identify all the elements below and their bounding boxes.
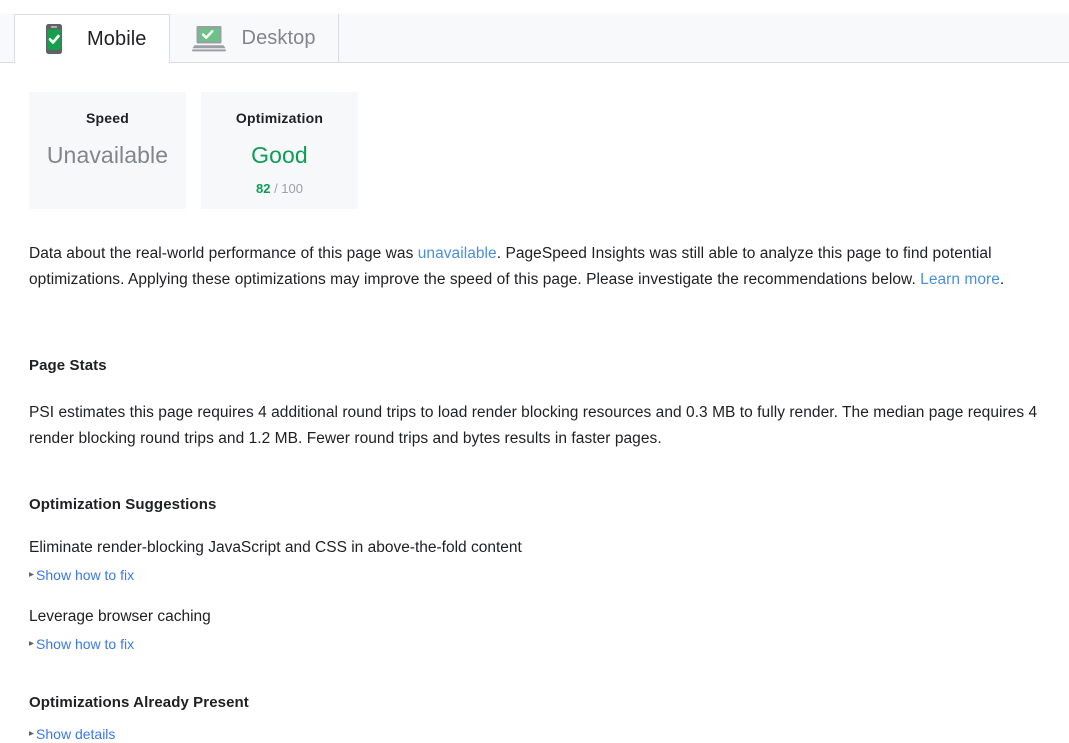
page-stats-body: PSI estimates this page requires 4 addit…: [29, 404, 1038, 447]
triangle-right-icon: ▸: [29, 569, 35, 580]
desktop-check-icon: [191, 26, 226, 52]
show-how-to-fix-link[interactable]: Show how to fix: [36, 566, 134, 584]
suggestion-item: Eliminate render-blocking JavaScript and…: [29, 538, 1040, 584]
intro-text-part1: Data about the real-world performance of…: [29, 245, 418, 262]
score-card-speed: Speed Unavailable: [29, 92, 186, 209]
suggestion-title: Leverage browser caching: [29, 608, 211, 625]
optimization-score-max: / 100: [274, 181, 303, 196]
optimization-card-value: Good: [251, 142, 308, 168]
tab-desktop[interactable]: Desktop: [168, 14, 339, 62]
tab-desktop-label: Desktop: [241, 27, 316, 49]
speed-card-title: Speed: [85, 110, 129, 126]
intro-paragraph: Data about the real-world performance of…: [29, 241, 1040, 293]
intro-text-part3: .: [999, 271, 1005, 288]
score-card-optimization: Optimization Good 82 / 100: [201, 92, 358, 209]
tab-mobile-label: Mobile: [87, 27, 147, 50]
mobile-check-icon: [46, 23, 62, 54]
learn-more-link[interactable]: Learn more: [920, 271, 1000, 288]
show-how-to-fix-toggle[interactable]: ▸ Show how to fix: [29, 635, 134, 653]
optimization-card-score: 82 / 100: [201, 181, 358, 197]
show-details-toggle[interactable]: ▸ Show details: [29, 725, 115, 743]
triangle-right-icon: ▸: [29, 638, 35, 649]
show-details-link[interactable]: Show details: [36, 725, 115, 743]
suggestion-item: Leverage browser caching ▸ Show how to f…: [29, 607, 1040, 653]
unavailable-link[interactable]: unavailable: [418, 245, 497, 262]
show-how-to-fix-link[interactable]: Show how to fix: [36, 635, 134, 653]
optimization-suggestions-heading: Optimization Suggestions: [29, 496, 217, 513]
score-cards: Speed Unavailable Optimization Good 82 /…: [29, 92, 1040, 209]
optimization-card-title: Optimization: [235, 110, 324, 126]
speed-card-value: Unavailable: [46, 142, 169, 168]
show-how-to-fix-toggle[interactable]: ▸ Show how to fix: [29, 566, 134, 584]
triangle-right-icon: ▸: [29, 728, 35, 739]
suggestion-title: Eliminate render-blocking JavaScript and…: [29, 539, 522, 556]
page-stats-heading: Page Stats: [29, 357, 107, 374]
optimization-score-number: 82: [255, 181, 271, 196]
tab-mobile[interactable]: Mobile: [14, 14, 170, 63]
optimizations-already-present-heading: Optimizations Already Present: [29, 694, 249, 711]
device-tab-bar: Mobile Desktop: [0, 14, 1069, 63]
report-content: Speed Unavailable Optimization Good 82 /…: [0, 64, 1069, 743]
